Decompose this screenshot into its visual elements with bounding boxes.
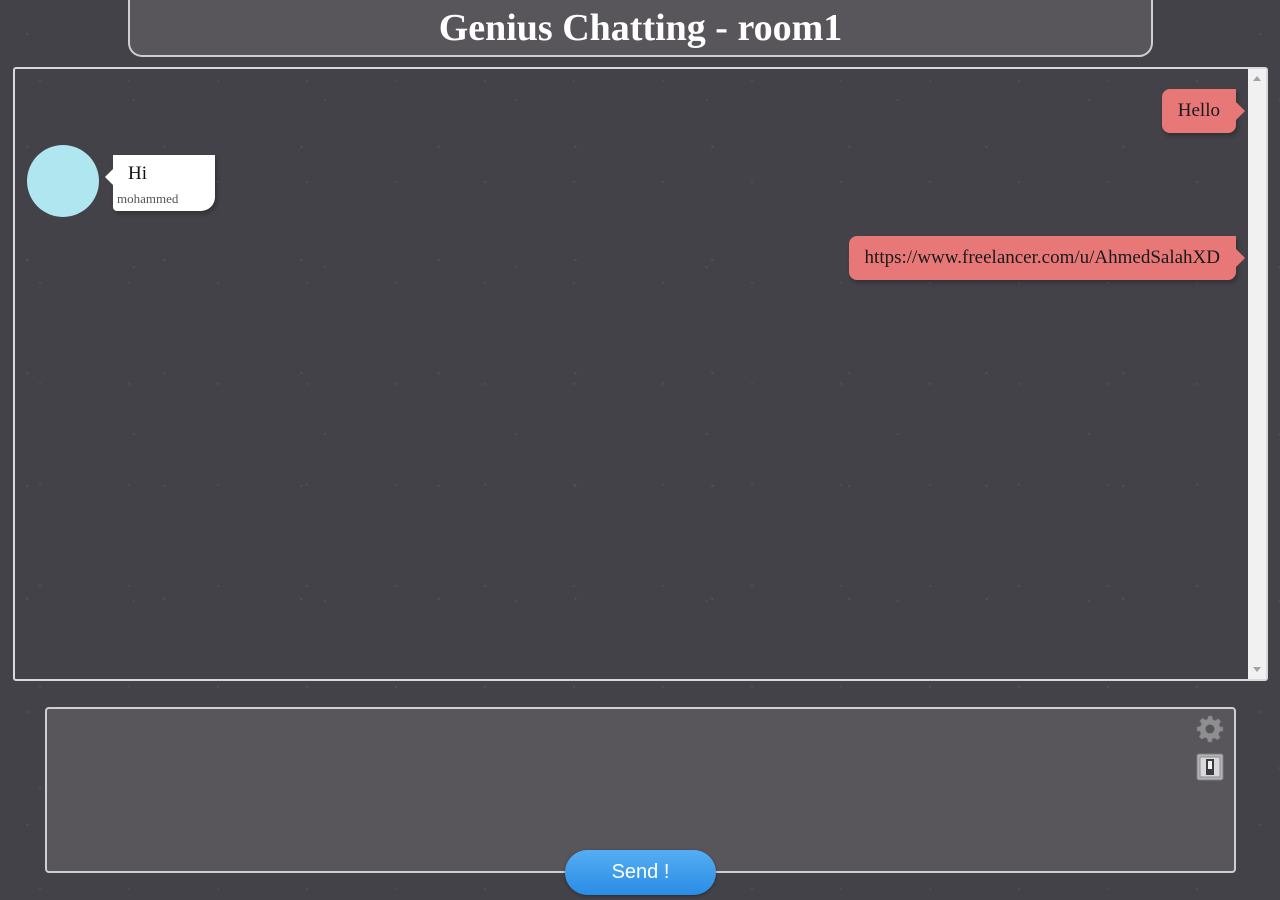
composer-panel	[45, 707, 1236, 873]
message-input[interactable]	[57, 719, 1187, 859]
scroll-up-arrow-icon[interactable]	[1253, 76, 1261, 81]
scroll-down-arrow-icon[interactable]	[1253, 667, 1261, 672]
outgoing-message-bubble: https://www.freelancer.com/u/AhmedSalahX…	[848, 236, 1246, 280]
incoming-message-bubble: Hi mohammed	[105, 155, 215, 211]
vertical-scrollbar[interactable]	[1248, 69, 1266, 679]
message-text: Hi	[128, 163, 147, 184]
message-text: https://www.freelancer.com/u/AhmedSalahX…	[864, 247, 1220, 268]
gear-icon[interactable]	[1196, 715, 1224, 743]
page-title: Genius Chatting - room1	[438, 6, 843, 49]
send-button[interactable]: Send !	[565, 850, 716, 895]
message-sender-name: mohammed	[117, 191, 179, 206]
outgoing-message-bubble: Hello	[1161, 89, 1246, 133]
message-list[interactable]: Hello Hi mohammed https://www.freelancer…	[13, 67, 1268, 681]
avatar[interactable]	[27, 145, 99, 217]
message-text: Hello	[1177, 100, 1220, 121]
chat-header: Genius Chatting - room1	[128, 0, 1153, 57]
toggle-switch-icon[interactable]	[1196, 753, 1224, 781]
